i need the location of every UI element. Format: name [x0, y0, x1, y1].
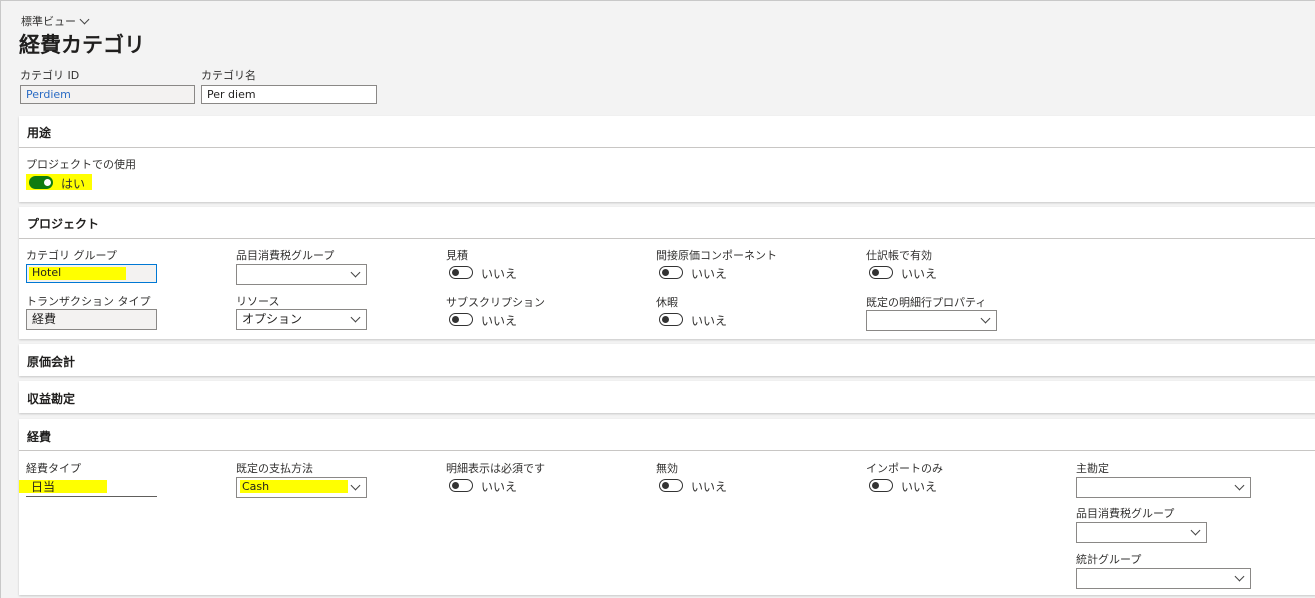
chevron-down-icon	[1234, 480, 1245, 491]
receipt-required-label: 明細表示は必須です	[446, 462, 545, 475]
category-id-field[interactable]: Perdiem	[20, 85, 195, 104]
transaction-type-field[interactable]: 経費	[26, 309, 157, 330]
section-divider	[19, 238, 1315, 239]
project-use-value: はい	[61, 177, 86, 191]
journal-enabled-toggle[interactable]	[869, 266, 893, 279]
main-account-select[interactable]	[1076, 477, 1251, 498]
default-payment-value: Cash	[242, 480, 270, 493]
chevron-down-icon	[350, 267, 361, 278]
category-group-value: Hotel	[32, 266, 62, 279]
usage-section: 用途 プロジェクトでの使用 はい	[19, 116, 1315, 202]
disabled-value: いいえ	[691, 480, 728, 494]
project-section-header[interactable]: プロジェクト	[27, 215, 99, 232]
receipt-required-toggle[interactable]	[449, 479, 473, 492]
subscription-value: いいえ	[481, 314, 518, 328]
default-payment-label: 既定の支払方法	[236, 462, 313, 475]
statistics-group-select[interactable]	[1076, 568, 1251, 589]
resource-select[interactable]: オプション	[236, 309, 367, 330]
import-only-value: いいえ	[901, 480, 938, 494]
receipt-required-value: いいえ	[481, 480, 518, 494]
expense-type-label: 経費タイプ	[26, 462, 81, 475]
section-divider	[19, 450, 1315, 451]
item-tax-group-select[interactable]	[1076, 522, 1207, 543]
transaction-type-label: トランザクション タイプ	[26, 295, 151, 308]
item-tax-group-select[interactable]	[236, 264, 367, 285]
estimate-value: いいえ	[481, 267, 518, 281]
subscription-label: サブスクリプション	[446, 296, 545, 309]
expense-type-field[interactable]: 日当	[26, 478, 157, 497]
journal-enabled-label: 仕訳帳で有効	[866, 249, 932, 262]
category-name-field[interactable]: Per diem	[201, 85, 377, 104]
chevron-down-icon	[350, 480, 361, 491]
default-payment-select[interactable]: Cash	[236, 477, 367, 498]
cost-accounting-section-header[interactable]: 原価会計	[27, 353, 75, 370]
section-divider	[19, 147, 1315, 148]
disabled-toggle[interactable]	[659, 479, 683, 492]
category-group-label: カテゴリ グループ	[26, 249, 117, 262]
default-line-property-select[interactable]	[866, 310, 997, 331]
chevron-down-icon	[1190, 525, 1201, 536]
resource-value: オプション	[242, 312, 303, 326]
project-use-label: プロジェクトでの使用	[26, 158, 136, 171]
leave-label: 休暇	[656, 296, 678, 309]
estimate-toggle[interactable]	[449, 266, 473, 279]
view-name: 標準ビュー	[21, 15, 76, 28]
leave-value: いいえ	[691, 314, 728, 328]
journal-enabled-value: いいえ	[901, 267, 938, 281]
category-name-label: カテゴリ名	[201, 69, 256, 82]
import-only-label: インポートのみ	[866, 462, 943, 475]
subscription-toggle[interactable]	[449, 313, 473, 326]
cost-accounting-section: 原価会計	[19, 344, 1315, 376]
chevron-down-icon	[79, 14, 90, 25]
statistics-group-label: 統計グループ	[1076, 553, 1142, 566]
toggle-knob	[452, 482, 459, 489]
toggle-knob	[662, 316, 669, 323]
resource-label: リソース	[236, 295, 280, 308]
import-only-toggle[interactable]	[869, 479, 893, 492]
page-title: 経費カテゴリ	[19, 33, 145, 57]
chevron-down-icon	[1234, 571, 1245, 582]
disabled-label: 無効	[656, 462, 678, 475]
indirect-cost-value: いいえ	[691, 267, 728, 281]
usage-section-header[interactable]: 用途	[27, 124, 51, 141]
main-account-label: 主勘定	[1076, 462, 1109, 475]
expense-section-header[interactable]: 経費	[27, 428, 51, 445]
project-section: プロジェクト カテゴリ グループ Hotel トランザクション タイプ 経費 品…	[19, 207, 1315, 339]
category-id-label: カテゴリ ID	[20, 69, 80, 82]
view-switcher[interactable]: 標準ビュー	[21, 13, 90, 29]
toggle-knob	[662, 269, 669, 276]
project-use-toggle[interactable]	[29, 176, 53, 189]
expense-section: 経費 経費タイプ 日当 既定の支払方法 Cash 明細表示は必須です いいえ 無…	[19, 419, 1315, 595]
toggle-knob	[662, 482, 669, 489]
toggle-knob	[452, 269, 459, 276]
revenue-section: 収益勘定	[19, 381, 1315, 413]
toggle-knob	[452, 316, 459, 323]
revenue-section-header[interactable]: 収益勘定	[27, 390, 75, 407]
indirect-cost-label: 間接原価コンポーネント	[656, 249, 777, 262]
estimate-label: 見積	[446, 249, 468, 262]
toggle-knob	[872, 482, 879, 489]
toggle-knob	[43, 178, 52, 187]
indirect-cost-toggle[interactable]	[659, 266, 683, 279]
chevron-down-icon	[980, 313, 991, 324]
chevron-down-icon	[350, 312, 361, 323]
leave-toggle[interactable]	[659, 313, 683, 326]
item-tax-group-label: 品目消費税グループ	[236, 249, 335, 262]
default-line-property-label: 既定の明細行プロパティ	[866, 296, 987, 309]
item-tax-group-label: 品目消費税グループ	[1076, 507, 1175, 520]
toggle-knob	[872, 269, 879, 276]
